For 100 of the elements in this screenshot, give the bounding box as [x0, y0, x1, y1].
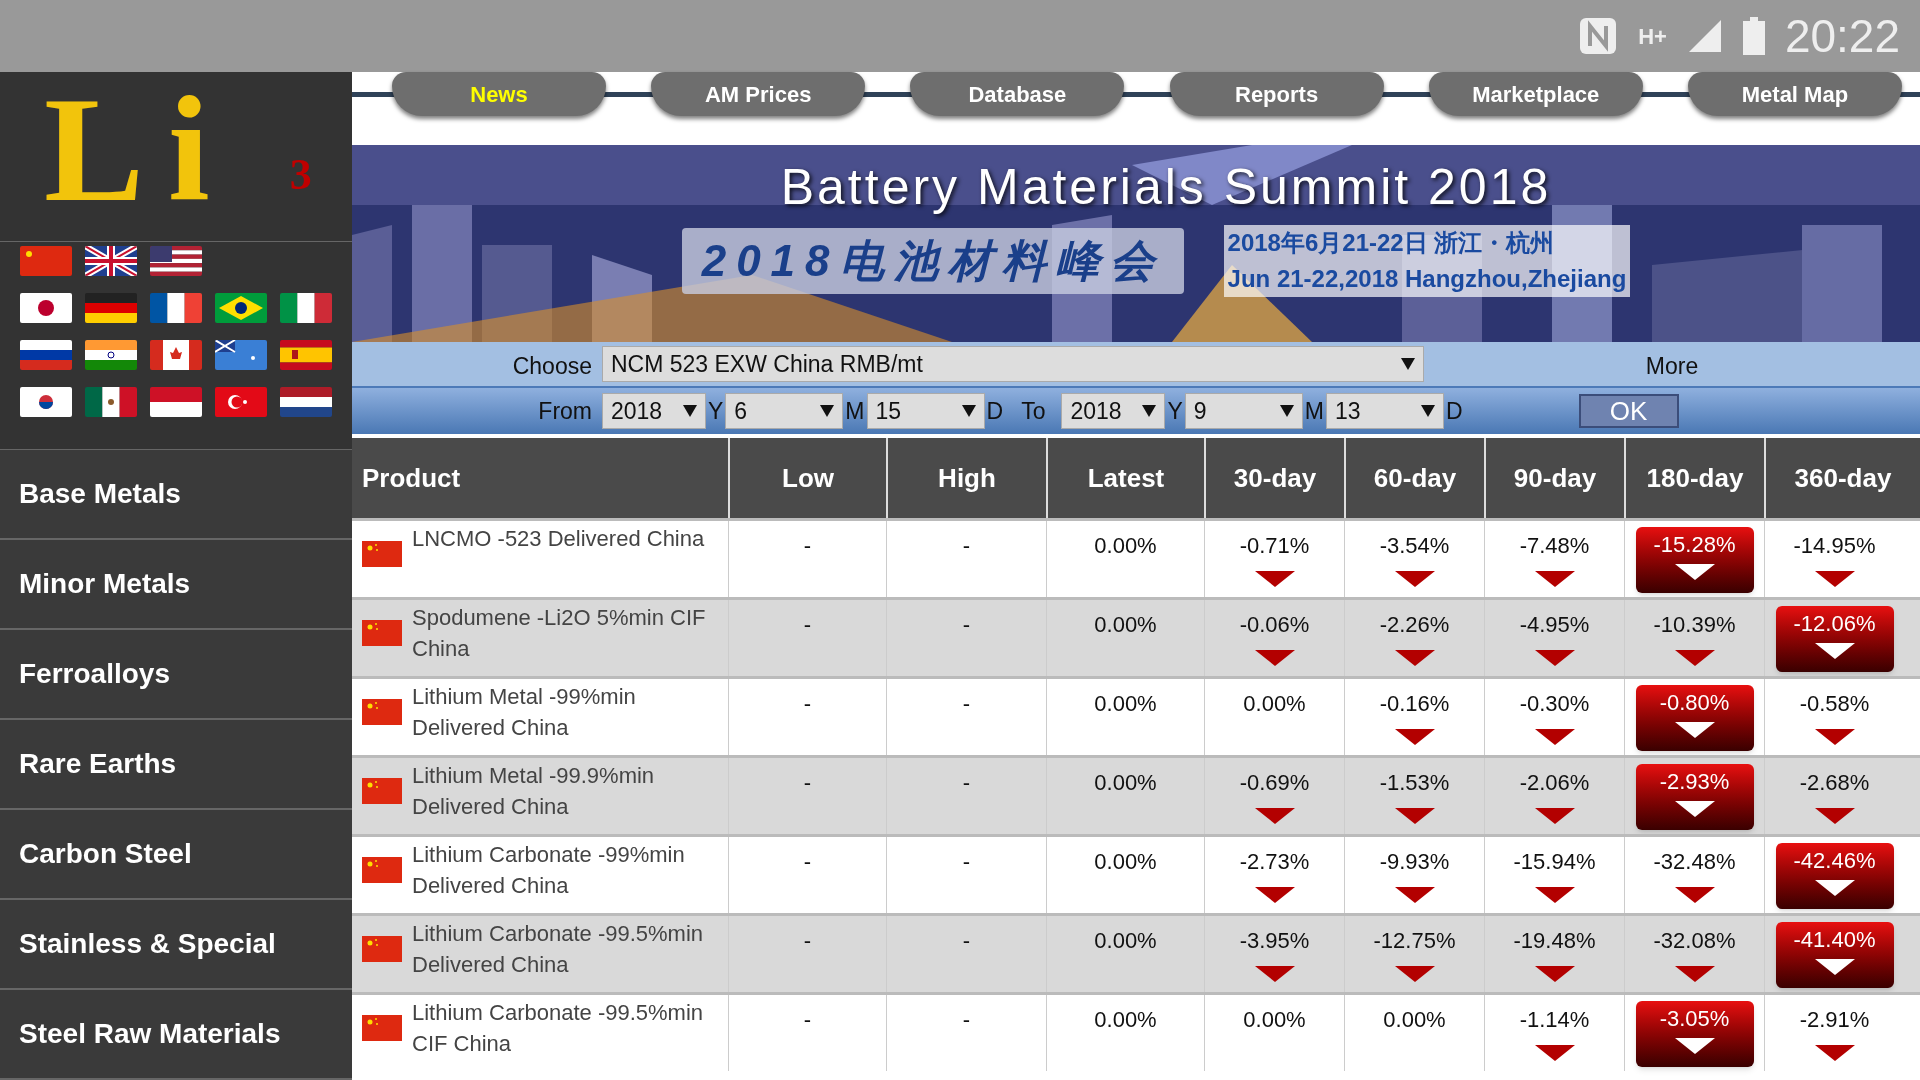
- table-cell: -: [803, 849, 812, 875]
- product-dropdown[interactable]: NCM 523 EXW China RMB/mt: [602, 346, 1424, 382]
- dropdown[interactable]: 2018: [1061, 393, 1166, 429]
- change-value: -0.30%: [1519, 691, 1590, 717]
- flag-icon: [362, 620, 402, 646]
- product-name: Lithium Metal -99%min Delivered China: [412, 683, 637, 742]
- from-label: From: [537, 396, 593, 426]
- table-cell: 0.00%: [1094, 612, 1157, 638]
- highlighted-change: -3.05%: [1635, 1001, 1754, 1067]
- flag-icon: [362, 699, 402, 725]
- change-value: 0.00%: [1243, 1007, 1306, 1033]
- highlighted-change: -42.46%: [1775, 843, 1894, 909]
- flag-icon: [362, 857, 402, 883]
- highlighted-change: -2.93%: [1635, 764, 1754, 830]
- table-cell: -: [962, 1007, 971, 1033]
- table-cell: -: [962, 612, 971, 638]
- change-value: -0.16%: [1379, 691, 1450, 717]
- sidebar-item[interactable]: Ferroalloys: [0, 630, 352, 720]
- change-value: -0.71%: [1239, 533, 1310, 559]
- sidebar-item[interactable]: Rare Earths: [0, 720, 352, 810]
- nav-tab[interactable]: Database: [910, 72, 1125, 116]
- flag-icon[interactable]: [150, 293, 202, 323]
- flag-icon[interactable]: [150, 340, 202, 370]
- flag-icon[interactable]: [85, 246, 137, 276]
- unit-label: M: [1303, 396, 1325, 426]
- table-cell: 0.00%: [1094, 928, 1157, 954]
- flag-icon[interactable]: [20, 340, 72, 370]
- dropdown[interactable]: 6: [725, 393, 844, 429]
- event-banner[interactable]: Battery Materials Summit 2018 2018电池材料峰会 2018年6月21-22日 浙江・杭州 Jun 21-22,2018 Hangzhou,Zhejiang: [352, 145, 1920, 342]
- flag-icon: [362, 541, 402, 567]
- nav-tab[interactable]: AM Prices: [651, 72, 866, 116]
- flag-icon: [362, 1015, 402, 1041]
- table-cell: -: [962, 533, 971, 559]
- table-cell: -: [803, 770, 812, 796]
- flag-icon[interactable]: [150, 387, 202, 417]
- nav-tab[interactable]: Reports: [1169, 72, 1384, 116]
- flag-icon[interactable]: [215, 387, 267, 417]
- banner-date: Jun 21-22,2018 Hangzhou,Zhejiang: [1223, 261, 1631, 297]
- banner-title: Battery Materials Summit 2018: [780, 158, 1552, 217]
- highlighted-change: -41.40%: [1775, 922, 1894, 988]
- nav-tab[interactable]: Marketplace: [1428, 72, 1643, 116]
- product-name: Spodumene -Li2O 5%min CIF China: [412, 604, 707, 663]
- table-cell: -: [803, 928, 812, 954]
- change-value: -2.26%: [1379, 612, 1450, 638]
- table-cell: -: [962, 770, 971, 796]
- network-type: H+: [1638, 22, 1667, 51]
- sidebar-item[interactable]: Stainless & Special: [0, 900, 352, 990]
- change-value: -0.58%: [1799, 691, 1870, 717]
- table-cell: 0.00%: [1094, 770, 1157, 796]
- nav-tab[interactable]: Metal Map: [1687, 72, 1902, 116]
- ok-button[interactable]: OK: [1578, 394, 1679, 428]
- dropdown[interactable]: 2018: [602, 393, 706, 429]
- product-name: Lithium Carbonate -99.5%min CIF China: [412, 999, 705, 1058]
- change-value: -15.94%: [1513, 849, 1596, 875]
- dropdown[interactable]: 9: [1184, 393, 1303, 429]
- flag-icon[interactable]: [280, 293, 332, 323]
- banner-date: 2018年6月21-22日 浙江・杭州: [1223, 225, 1631, 261]
- change-value: -2.91%: [1799, 1007, 1870, 1033]
- sidebar-item[interactable]: Carbon Steel: [0, 810, 352, 900]
- flag-icon[interactable]: [150, 246, 202, 276]
- change-value: -2.06%: [1519, 770, 1590, 796]
- table-cell: -: [803, 533, 812, 559]
- dropdown[interactable]: 13: [1325, 393, 1444, 429]
- flag-icon[interactable]: [280, 387, 332, 417]
- flag-icon[interactable]: [85, 387, 137, 417]
- table-cell: -: [962, 928, 971, 954]
- change-value: -1.53%: [1379, 770, 1450, 796]
- caret-icon: [1142, 405, 1157, 417]
- change-value: -32.48%: [1653, 849, 1736, 875]
- flag-icon[interactable]: [215, 340, 267, 370]
- caret-icon: [683, 405, 697, 417]
- change-value: -12.75%: [1373, 928, 1456, 954]
- change-value: -2.68%: [1799, 770, 1870, 796]
- nav-tab[interactable]: News: [392, 72, 606, 116]
- flag-icon[interactable]: [20, 387, 72, 417]
- product-name: Lithium Carbonate -99%min Delivered China: [412, 841, 686, 900]
- highlighted-change: -0.80%: [1635, 685, 1754, 751]
- more-link[interactable]: More: [1424, 348, 1920, 384]
- unit-label: D: [985, 396, 1005, 426]
- sidebar-item[interactable]: Base Metals: [0, 450, 352, 540]
- unit-label: Y: [1166, 396, 1184, 426]
- unit-label: Y: [707, 396, 725, 426]
- highlighted-change: -12.06%: [1775, 606, 1894, 672]
- flag-icon[interactable]: [280, 340, 332, 370]
- dropdown[interactable]: 15: [866, 393, 985, 429]
- change-value: -10.39%: [1653, 612, 1736, 638]
- flag-icon[interactable]: [20, 293, 72, 323]
- table-cell: -: [962, 691, 971, 717]
- change-value: -19.48%: [1513, 928, 1596, 954]
- caret-icon: [1401, 358, 1415, 370]
- sidebar-item[interactable]: Minor Metals: [0, 540, 352, 630]
- sidebar-item[interactable]: Steel Raw Materials: [0, 990, 352, 1080]
- flag-icon[interactable]: [215, 293, 267, 323]
- product-name: Lithium Metal -99.9%min Delivered China: [412, 762, 656, 821]
- flag-icon[interactable]: [85, 293, 137, 323]
- table-cell: -: [803, 691, 812, 717]
- change-value: -3.54%: [1379, 533, 1450, 559]
- caret-icon: [1420, 405, 1435, 417]
- nfc-icon: [1578, 16, 1619, 56]
- change-value: -3.95%: [1239, 928, 1310, 954]
